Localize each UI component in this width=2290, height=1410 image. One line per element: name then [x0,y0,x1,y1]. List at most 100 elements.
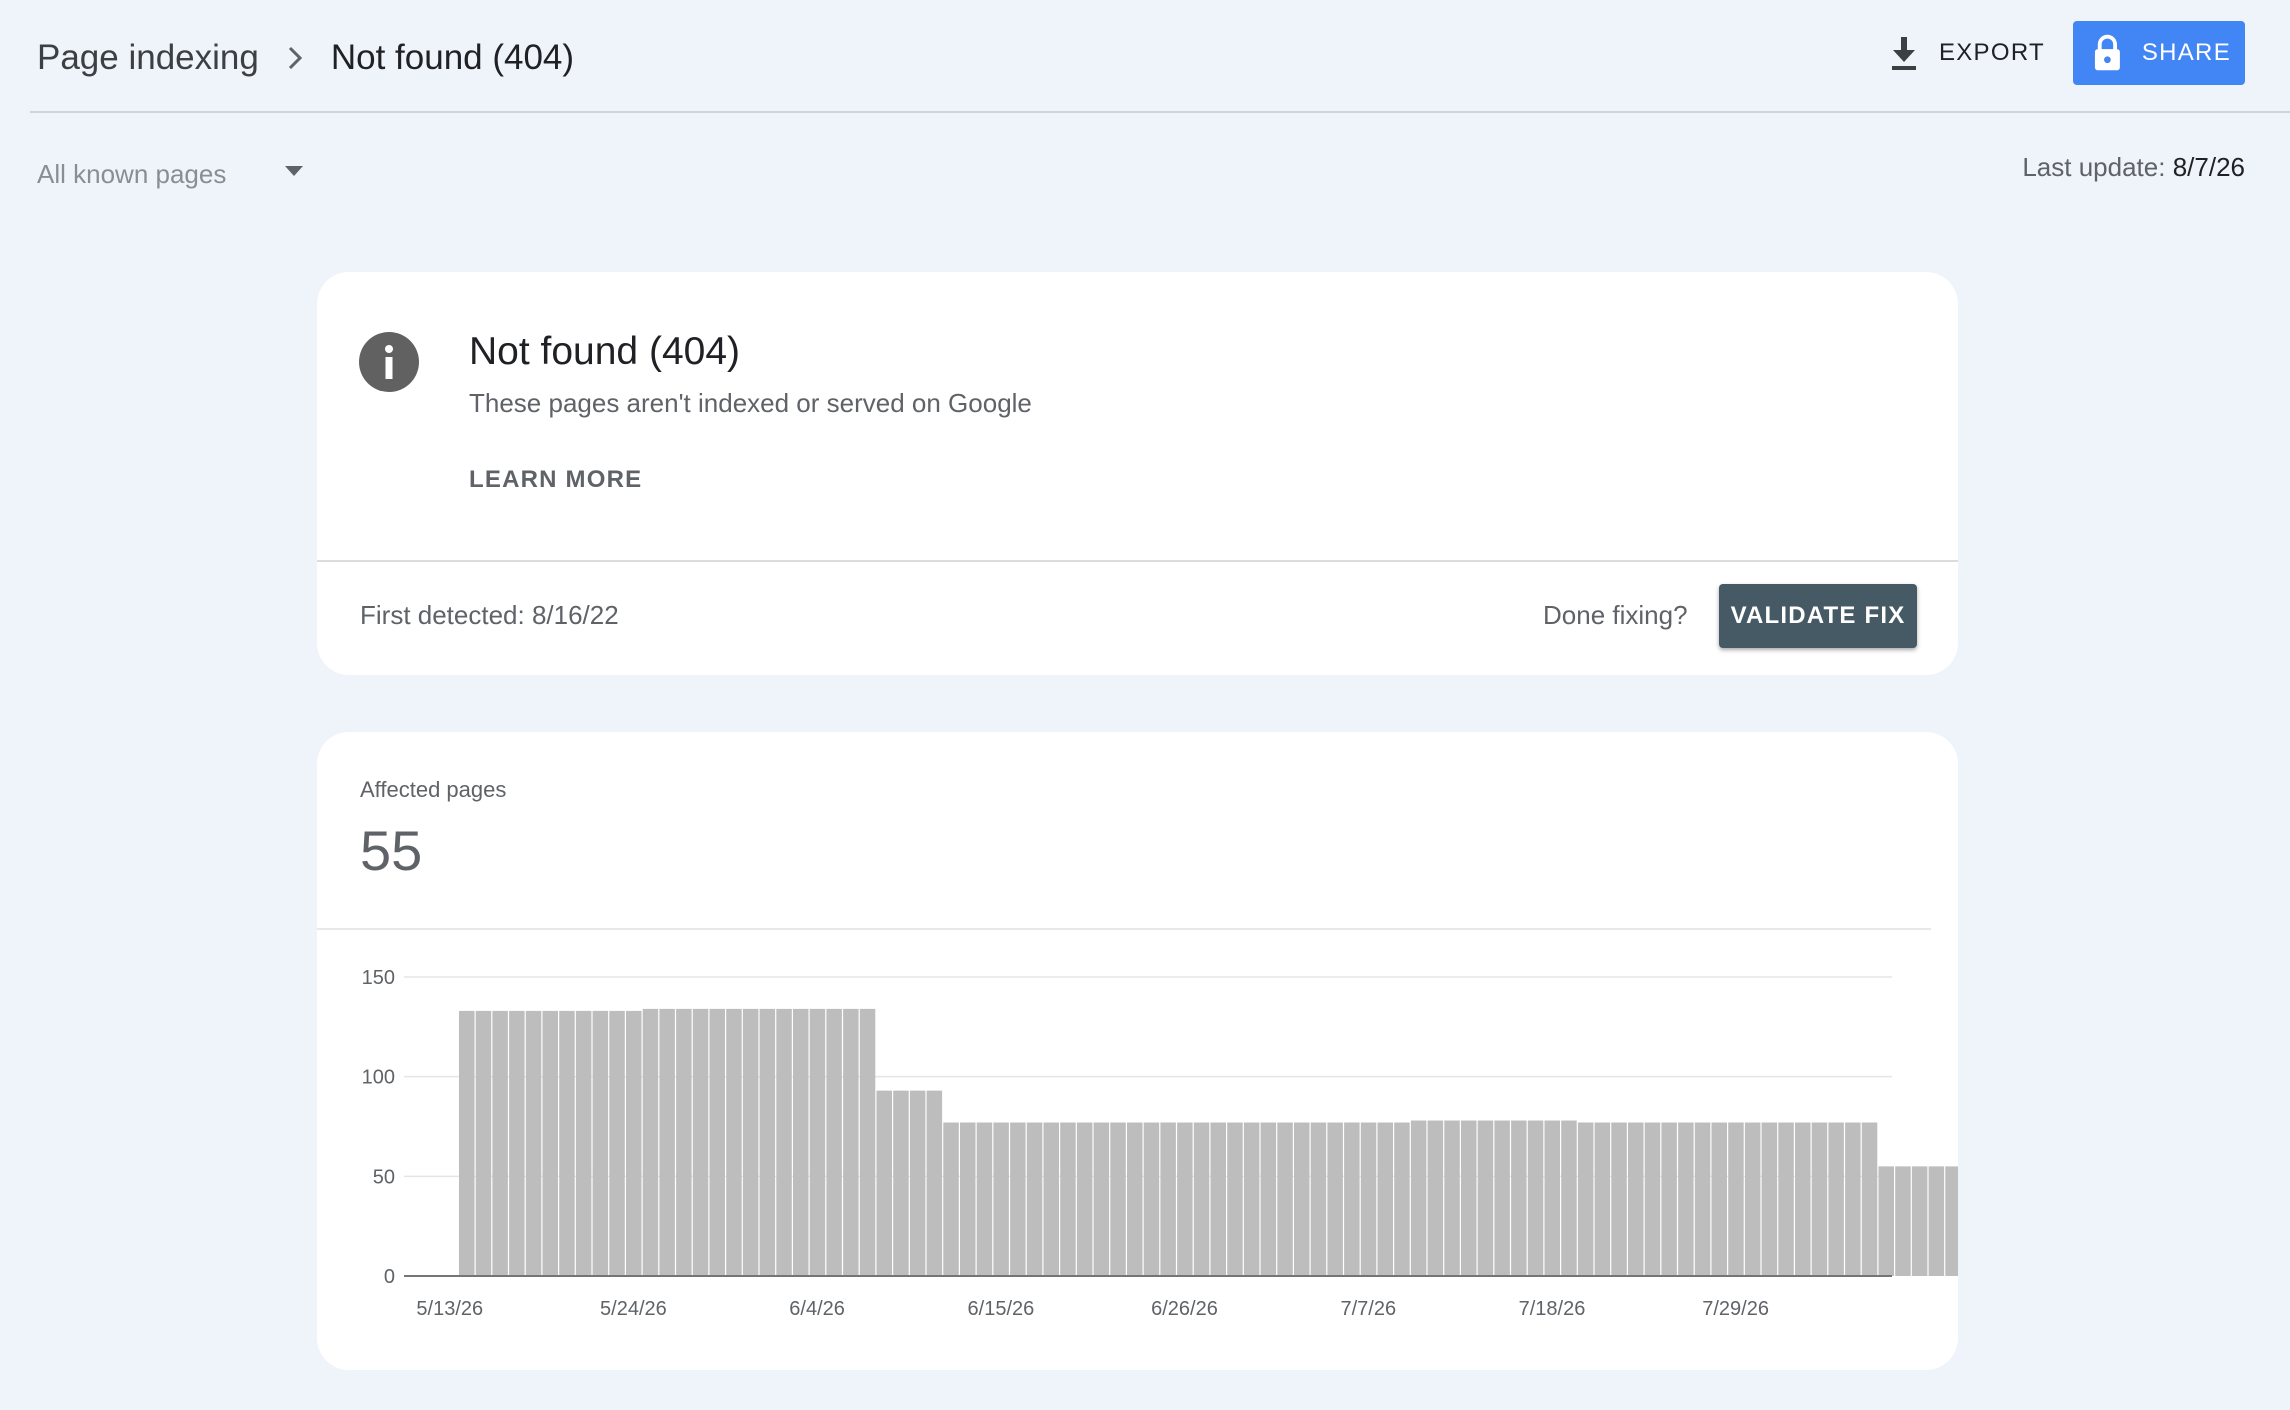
chart-bar[interactable] [659,1008,675,1276]
y-tick-label: 100 [362,1067,395,1089]
chart-bar[interactable] [1494,1120,1510,1276]
chart-bar[interactable] [1076,1122,1093,1276]
chart-bar[interactable] [859,1008,876,1276]
chart-bar[interactable] [492,1010,508,1276]
chart-bar[interactable] [826,1008,842,1276]
chart-bar[interactable] [1427,1120,1444,1276]
chart-bar[interactable] [1761,1122,1778,1276]
chart-bar[interactable] [876,1090,893,1276]
breadcrumb-page-indexing[interactable]: Page indexing [37,38,259,78]
chart-bar[interactable] [1277,1122,1293,1276]
chart-bar[interactable] [1410,1120,1427,1276]
chart-bar[interactable] [1845,1122,1861,1276]
chart-bar[interactable] [1160,1122,1176,1276]
chart-bar[interactable] [609,1010,625,1276]
chart-bar[interactable] [1210,1122,1227,1276]
chart-bar[interactable] [1628,1122,1644,1276]
chart-bar[interactable] [1561,1120,1577,1276]
chart-bar[interactable] [459,1010,475,1276]
chart-bar[interactable] [676,1008,692,1276]
download-icon [1891,37,1916,70]
chart-bar[interactable] [893,1090,909,1276]
chart-bar[interactable] [1193,1122,1210,1276]
chart-bar[interactable] [1010,1122,1026,1276]
chart-bar[interactable] [1243,1122,1260,1276]
chart-bar[interactable] [1043,1122,1060,1276]
chart-bar[interactable] [1778,1122,1794,1276]
chart-bar[interactable] [1878,1166,1895,1276]
chart-bar[interactable] [592,1010,609,1276]
share-button[interactable]: SHARE [2073,21,2245,85]
chart-bar[interactable] [1694,1122,1711,1276]
chart-bar[interactable] [1294,1122,1310,1276]
chart-bar[interactable] [475,1010,492,1276]
chart-bar[interactable] [742,1008,759,1276]
chart-bar[interactable] [1511,1120,1527,1276]
chart-bar[interactable] [809,1008,826,1276]
chart-bar[interactable] [1895,1166,1911,1276]
chart-bar[interactable] [1527,1120,1544,1276]
chart-bar[interactable] [926,1090,943,1276]
chart-bar[interactable] [1945,1166,1958,1276]
chart-bar[interactable] [909,1090,926,1276]
chart-bar[interactable] [1795,1122,1811,1276]
chart-bar[interactable] [1477,1120,1494,1276]
chart-bar[interactable] [1093,1122,1110,1276]
chart-bar[interactable] [542,1010,559,1276]
share-label: SHARE [2141,39,2231,66]
chart-bar[interactable] [976,1122,993,1276]
chart-bar[interactable] [776,1008,792,1276]
chart-bar[interactable] [1310,1122,1327,1276]
chart-bar[interactable] [1377,1122,1394,1276]
pages-filter-dropdown[interactable]: All known pages [37,150,317,198]
chart-bar[interactable] [1360,1122,1377,1276]
chart-bar[interactable] [759,1008,776,1276]
chart-bar[interactable] [726,1008,742,1276]
chart-bar[interactable] [575,1010,592,1276]
chart-bar[interactable] [642,1008,659,1276]
chart-bar[interactable] [1594,1122,1611,1276]
chart-bar[interactable] [1577,1122,1594,1276]
chart-bar[interactable] [709,1008,726,1276]
chart-bar[interactable] [1911,1166,1928,1276]
chart-bar[interactable] [1811,1122,1828,1276]
chart-bar[interactable] [509,1010,525,1276]
chart-bar[interactable] [626,1010,642,1276]
chart-bar[interactable] [1344,1122,1360,1276]
chart-bar[interactable] [692,1008,709,1276]
chart-bar[interactable] [525,1010,542,1276]
chart-bar[interactable] [1260,1122,1277,1276]
chart-bar[interactable] [1644,1122,1661,1276]
chart-bar[interactable] [1327,1122,1343,1276]
chart-bar[interactable] [1394,1122,1410,1276]
chart-bar[interactable] [1678,1122,1694,1276]
chart-bar[interactable] [793,1008,809,1276]
chart-bar[interactable] [1728,1122,1744,1276]
chart-bar[interactable] [960,1122,976,1276]
chart-bar[interactable] [1744,1122,1761,1276]
chart-bar[interactable] [559,1010,575,1276]
export-button[interactable]: EXPORT [1875,21,2059,85]
chart-bar[interactable] [1143,1122,1160,1276]
chart-bar[interactable] [1544,1120,1561,1276]
chart-bar[interactable] [1110,1122,1126,1276]
chart-bar[interactable] [843,1008,859,1276]
chart-bar[interactable] [1661,1122,1677,1276]
learn-more-link[interactable]: LEARN MORE [469,466,642,494]
affected-pages-chart: 0 50 100 150 5/13/26 5/24/26 6/4/26 6/15/26 6/2… [362,967,1958,1320]
chart-bar[interactable] [1861,1122,1878,1276]
chart-bar[interactable] [1711,1122,1728,1276]
chart-bar[interactable] [1060,1122,1076,1276]
chart-bar[interactable] [1828,1122,1844,1276]
chart-bar[interactable] [943,1122,959,1276]
chart-bar[interactable] [1928,1166,1945,1276]
chart-bar[interactable] [1127,1122,1143,1276]
chart-bar[interactable] [1611,1122,1627,1276]
chart-bar[interactable] [1227,1122,1243,1276]
chart-bar[interactable] [993,1122,1009,1276]
validate-fix-button[interactable]: VALIDATE FIX [1719,584,1917,648]
chart-bar[interactable] [1026,1122,1043,1276]
chart-bar[interactable] [1461,1120,1477,1276]
chart-bar[interactable] [1444,1120,1460,1276]
chart-bar[interactable] [1177,1122,1193,1276]
